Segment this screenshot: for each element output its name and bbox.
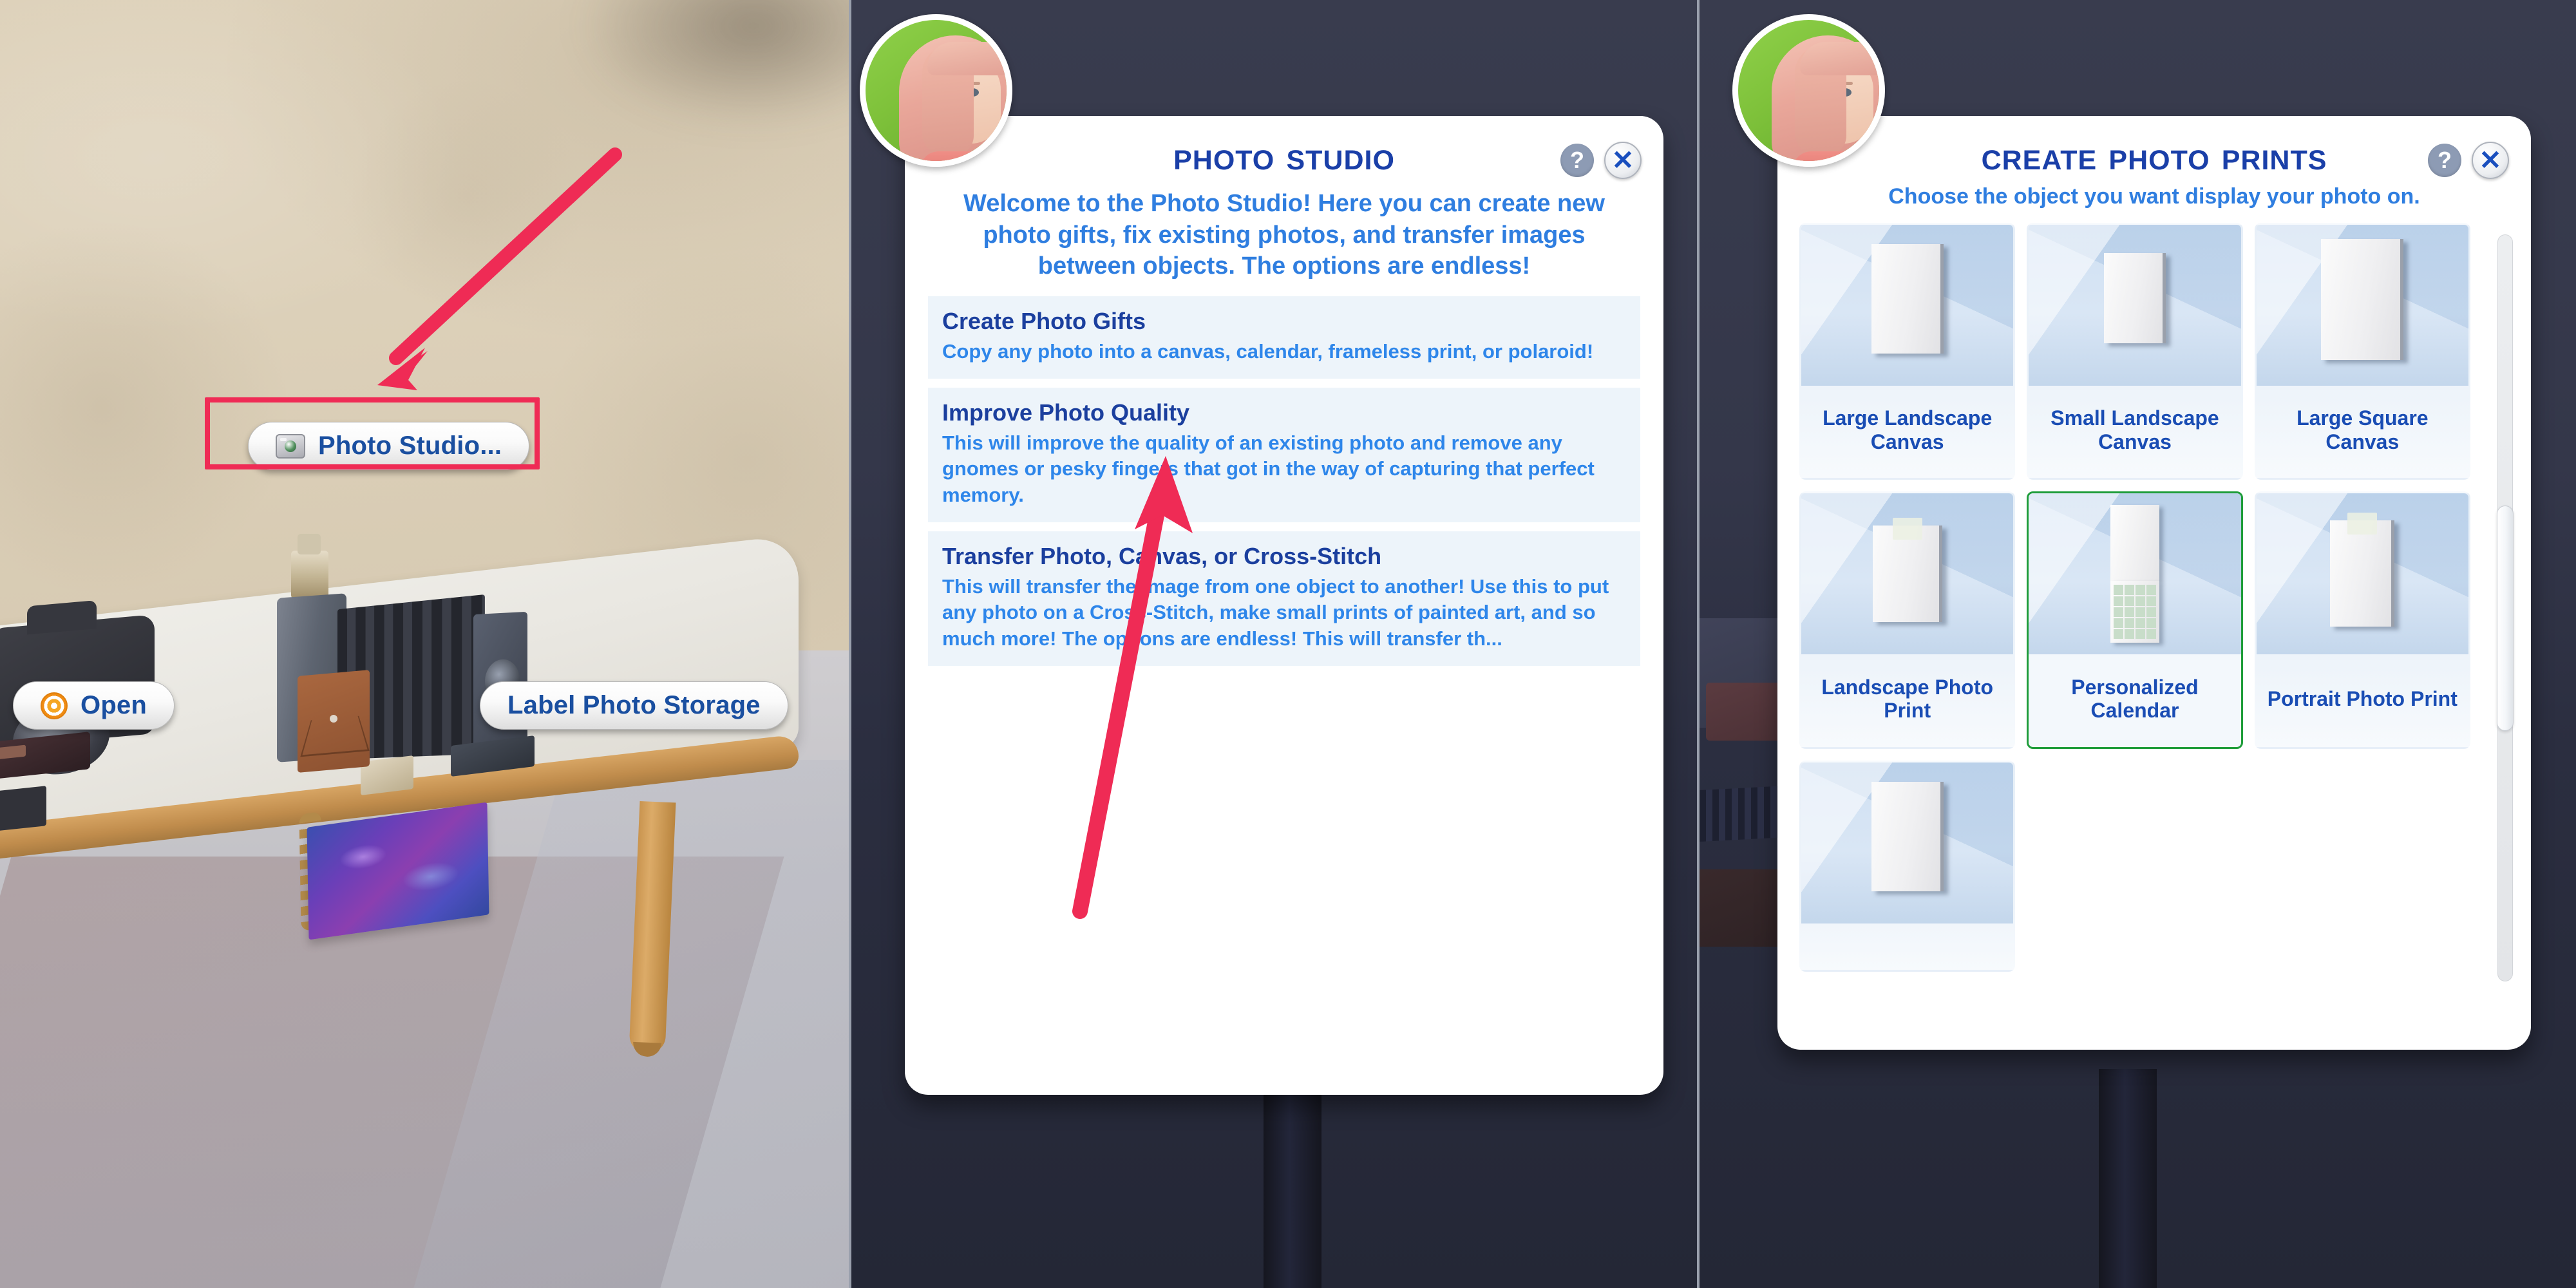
canvas-thumbnail xyxy=(2029,224,2241,386)
print-option-small-landscape-canvas[interactable]: Small Landscape Canvas xyxy=(2027,222,2243,480)
print-option-large-landscape-canvas[interactable]: Large Landscape Canvas xyxy=(1799,222,2016,480)
sim-avatar-2 xyxy=(1732,14,1885,167)
photo-print-icon xyxy=(1872,526,1942,623)
canvas-icon xyxy=(2103,252,2166,343)
canvas-thumbnail xyxy=(1801,224,2014,386)
canvas-thumbnail xyxy=(1801,762,2014,924)
print-option-label: Large Square Canvas xyxy=(2297,406,2429,453)
photo-prints-dialog: Create Photo Prints ? ✕ Choose the objec… xyxy=(1732,14,2531,1050)
page-title: Photo Studio xyxy=(1173,134,1395,178)
dialog-titlebar-2: Create Photo Prints ? ✕ xyxy=(1777,116,2531,179)
menu-item-improve-photo-quality[interactable]: Improve Photo Quality This will improve … xyxy=(928,388,1640,523)
dialog-title-actions-2: ? ✕ xyxy=(2428,142,2509,179)
small-box-prop xyxy=(0,786,46,832)
open-button[interactable]: Open xyxy=(13,681,175,730)
canvas-icon xyxy=(2321,238,2404,360)
menu-item-transfer-photo-canvas-cross-stitch[interactable]: Transfer Photo, Canvas, or Cross-Stitch … xyxy=(928,531,1640,666)
open-button-label: Open xyxy=(80,691,147,719)
grid-scrollbar-thumb[interactable] xyxy=(2497,505,2514,731)
menu-item-description: Copy any photo into a canvas, calendar, … xyxy=(942,339,1594,363)
print-option-label: Portrait Photo Print xyxy=(2267,687,2458,711)
print-option-label: Personalized Calendar xyxy=(2071,676,2199,723)
print-option-personalized-calendar[interactable]: Personalized Calendar xyxy=(2027,491,2243,750)
calendar-thumbnail xyxy=(2029,493,2241,655)
photo-print-thumbnail xyxy=(2256,493,2468,655)
dialog-subtitle-2: Choose the object you want display your … xyxy=(1888,184,2420,209)
photo-print-thumbnail xyxy=(1801,493,2014,655)
annotation-box-photo-studio xyxy=(205,397,540,469)
close-icon[interactable]: ✕ xyxy=(2472,142,2509,179)
print-option-portrait-photo-print[interactable]: Portrait Photo Print xyxy=(2254,491,2470,750)
calendar-grid-icon xyxy=(2110,581,2159,643)
calendar-days-grid xyxy=(2113,585,2156,639)
photo-prints-panel: Create Photo Prints ? ✕ Choose the objec… xyxy=(1700,0,2576,1288)
menu-item-create-photo-gifts[interactable]: Create Photo Gifts Copy any photo into a… xyxy=(928,296,1640,379)
tape-icon xyxy=(2347,513,2378,535)
print-option-landscape-photo-print[interactable]: Landscape Photo Print xyxy=(1799,491,2016,750)
close-icon[interactable]: ✕ xyxy=(1604,142,1642,179)
bg-table-leg-2 xyxy=(2099,1069,2157,1288)
photo-studio-dialog: Photo Studio ? ✕ Welcome to the Photo St… xyxy=(860,14,1663,1095)
print-option-label xyxy=(1801,923,2013,969)
menu-item-title: Create Photo Gifts xyxy=(942,307,1146,334)
menu-item-description: This will improve the quality of an exis… xyxy=(942,431,1595,506)
print-option-label: Small Landscape Canvas xyxy=(2050,406,2219,453)
panel-divider-1 xyxy=(849,0,851,1288)
dialog-titlebar: Photo Studio ? ✕ xyxy=(905,116,1663,179)
avatar-hair-top xyxy=(927,42,1007,75)
help-icon[interactable]: ? xyxy=(1560,144,1594,177)
dialog-title-actions: ? ✕ xyxy=(1560,142,1642,179)
calendar-photo-icon xyxy=(2110,505,2159,582)
print-option-label: Landscape Photo Print xyxy=(1821,676,1994,723)
label-photo-storage-button[interactable]: Label Photo Storage xyxy=(480,681,788,730)
canvas-icon xyxy=(1871,782,1944,892)
photo-studio-menu-list: Create Photo Gifts Copy any photo into a… xyxy=(905,286,1663,666)
print-option-partial-row3[interactable] xyxy=(1799,761,2016,972)
scene-panel: Photo Studio... Open Label Photo Storage xyxy=(0,0,849,1288)
page-title-2: Create Photo Prints xyxy=(1981,134,2327,178)
canvas-icon xyxy=(1871,243,1944,354)
photo-print-icon xyxy=(2330,520,2395,627)
panel-divider-2 xyxy=(1697,0,1700,1288)
photo-studio-panel: Photo Studio ? ✕ Welcome to the Photo St… xyxy=(851,0,1697,1288)
dialog-subtitle: Welcome to the Photo Studio! Here you ca… xyxy=(963,190,1605,280)
canvas-thumbnail xyxy=(2256,224,2468,386)
leather-pouch-snap xyxy=(330,715,337,723)
sim-avatar xyxy=(860,14,1012,167)
print-option-large-square-canvas[interactable]: Large Square Canvas xyxy=(2254,222,2470,480)
print-option-label: Large Landscape Canvas xyxy=(1823,406,1993,453)
grid-scrollbar-track[interactable] xyxy=(2497,234,2514,981)
menu-item-title: Improve Photo Quality xyxy=(942,399,1190,426)
menu-item-title: Transfer Photo, Canvas, or Cross-Stitch xyxy=(942,543,1382,570)
help-icon[interactable]: ? xyxy=(2428,144,2461,177)
target-icon xyxy=(41,692,68,719)
photo-prints-grid-wrap: Large Landscape Canvas Small Landscape C… xyxy=(1777,214,2531,981)
menu-item-description: This will transfer the image from one ob… xyxy=(942,575,1609,650)
avatar-hair-top xyxy=(1800,42,1879,75)
label-photo-storage-button-label: Label Photo Storage xyxy=(507,691,761,719)
wall-shadow xyxy=(553,0,849,142)
bellows-camera-knob xyxy=(291,534,328,599)
tape-icon xyxy=(1892,518,1922,540)
photo-prints-grid: Large Landscape Canvas Small Landscape C… xyxy=(1799,222,2470,972)
